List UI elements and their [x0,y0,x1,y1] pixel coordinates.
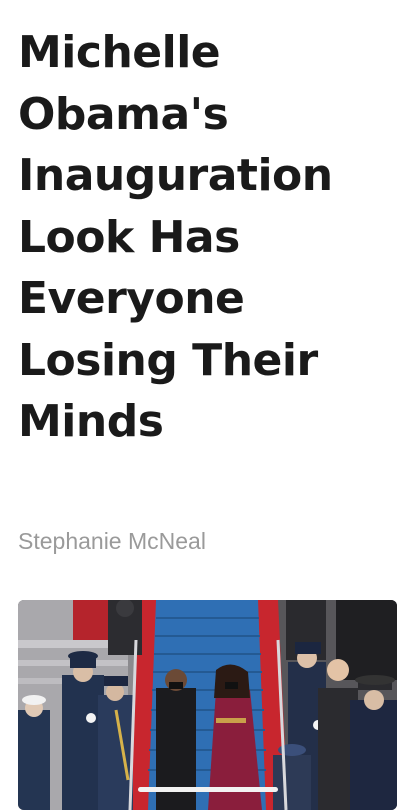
article-headline: Michelle Obama's Inauguration Look Has E… [18,27,333,447]
article-byline[interactable]: Stephanie McNeal [18,528,206,555]
home-indicator[interactable] [138,787,278,792]
inauguration-photo [18,600,397,810]
article-view: Michelle Obama's Inauguration Look Has E… [0,0,415,810]
hero-image[interactable] [18,600,397,810]
